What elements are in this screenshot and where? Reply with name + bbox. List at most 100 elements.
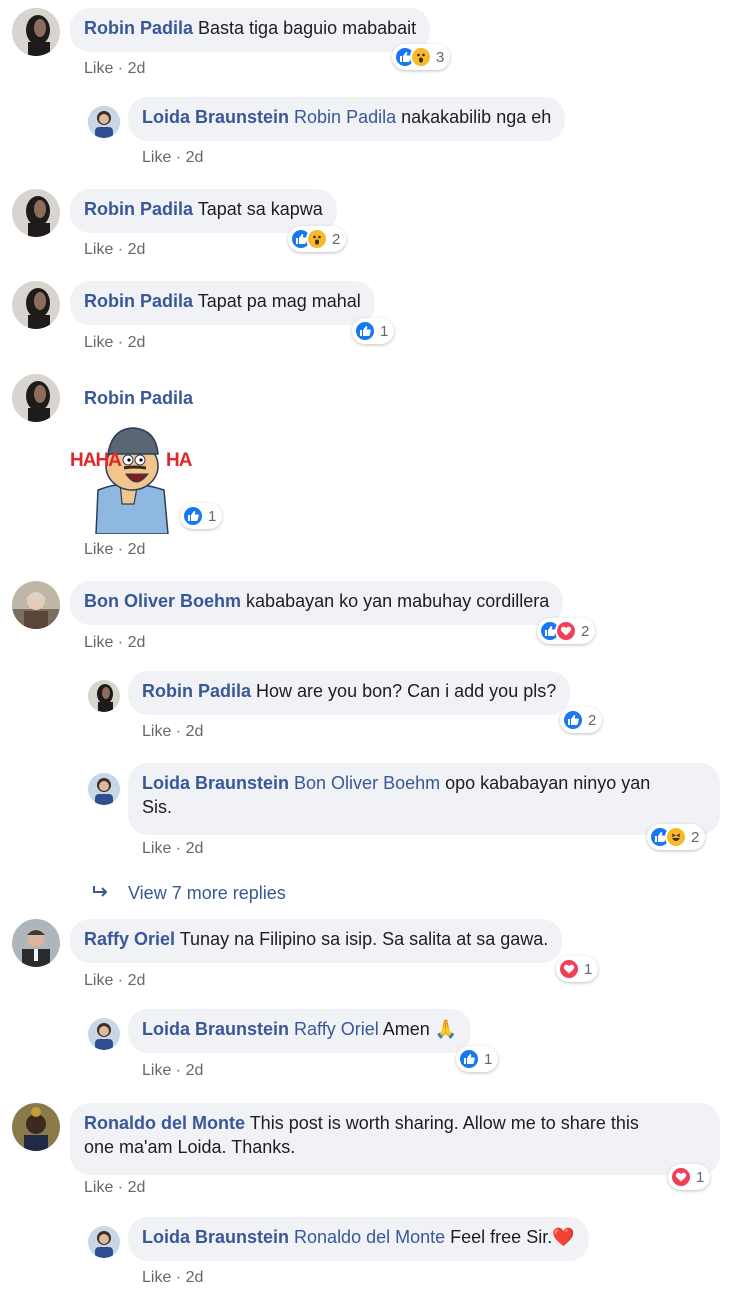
- reply-bubble: Loida Braunstein Ronaldo del Monte Feel …: [128, 1217, 589, 1261]
- comment-time[interactable]: 2d: [128, 1179, 146, 1196]
- reaction-summary[interactable]: 2: [288, 226, 347, 252]
- haha-reaction-icon: [665, 826, 687, 848]
- reaction-count: 3: [436, 48, 445, 66]
- wow-reaction-icon: [410, 46, 432, 68]
- comment-time[interactable]: 2d: [128, 241, 146, 258]
- avatar[interactable]: [12, 919, 60, 967]
- comment-meta: Like · 2d: [142, 840, 204, 857]
- comment-author[interactable]: Loida Braunstein: [142, 107, 289, 127]
- comment-text: Tunay na Filipino sa isip. Sa salita at …: [179, 929, 549, 949]
- comment-meta: Like · 2d: [84, 541, 146, 558]
- comment-time[interactable]: 2d: [186, 149, 204, 166]
- reaction-count: 2: [691, 828, 700, 846]
- like-link[interactable]: Like: [84, 541, 113, 558]
- comment-meta: Like · 2d: [84, 334, 146, 351]
- avatar[interactable]: [12, 8, 60, 56]
- comment-text: This post is worth sharing. Allow me to …: [249, 1113, 639, 1133]
- like-link[interactable]: Like: [142, 1062, 171, 1079]
- reaction-count: 2: [581, 622, 590, 640]
- avatar[interactable]: [12, 281, 60, 329]
- comment-author[interactable]: Loida Braunstein: [142, 773, 289, 793]
- reaction-summary[interactable]: 1: [456, 1046, 499, 1072]
- like-link[interactable]: Like: [142, 723, 171, 740]
- reaction-count: 1: [208, 507, 217, 525]
- reaction-summary[interactable]: 1: [556, 956, 599, 982]
- reaction-count: 1: [696, 1168, 705, 1186]
- comment-author[interactable]: Loida Braunstein: [142, 1227, 289, 1247]
- reaction-count: 1: [584, 960, 593, 978]
- avatar[interactable]: [12, 189, 60, 237]
- reaction-summary[interactable]: 1: [180, 503, 223, 529]
- comment-time[interactable]: 2d: [128, 634, 146, 651]
- comment-bubble: Robin Padila Basta tiga baguio mababait: [70, 8, 431, 52]
- comment-text: kababayan ko yan mabuhay cordillera: [246, 591, 550, 611]
- avatar[interactable]: [12, 374, 60, 422]
- comment-bubble: Robin Padila Tapat pa mag mahal: [70, 281, 375, 325]
- comment-time[interactable]: 2d: [128, 334, 146, 351]
- avatar[interactable]: [12, 581, 60, 629]
- like-link[interactable]: Like: [142, 1269, 171, 1286]
- like-reaction-icon: [458, 1048, 480, 1070]
- avatar[interactable]: [88, 1018, 120, 1050]
- comment-author[interactable]: Ronaldo del Monte: [84, 1113, 245, 1133]
- comment-text: Tapat pa mag mahal: [197, 291, 361, 311]
- comment-meta: Like · 2d: [84, 60, 146, 77]
- comment-bubble: Bon Oliver Boehm kababayan ko yan mabuha…: [70, 581, 564, 625]
- like-link[interactable]: Like: [84, 241, 113, 258]
- reaction-summary[interactable]: 1: [352, 318, 395, 344]
- view-more-replies-link[interactable]: View 7 more replies: [92, 883, 286, 904]
- mention-link[interactable]: Robin Padila: [294, 107, 396, 127]
- mention-link[interactable]: Bon Oliver Boehm: [294, 773, 440, 793]
- like-link[interactable]: Like: [84, 1179, 113, 1196]
- comment-meta: Like · 2d: [142, 1062, 204, 1079]
- like-link[interactable]: Like: [84, 634, 113, 651]
- comment-time[interactable]: 2d: [186, 1269, 204, 1286]
- comment-author[interactable]: Robin Padila: [84, 18, 193, 38]
- comment-author[interactable]: Bon Oliver Boehm: [84, 591, 241, 611]
- comment-meta: Like · 2d: [142, 723, 204, 740]
- comment-time[interactable]: 2d: [186, 1062, 204, 1079]
- like-link[interactable]: Like: [84, 334, 113, 351]
- avatar[interactable]: [12, 1103, 60, 1151]
- reaction-count: 1: [484, 1050, 493, 1068]
- comment-author[interactable]: Robin Padila: [84, 388, 193, 409]
- love-reaction-icon: [558, 958, 580, 980]
- comment-time[interactable]: 2d: [186, 723, 204, 740]
- reaction-summary[interactable]: 3: [392, 44, 451, 70]
- avatar[interactable]: [88, 1226, 120, 1258]
- avatar[interactable]: [88, 773, 120, 805]
- avatar[interactable]: [88, 106, 120, 138]
- like-link[interactable]: Like: [142, 149, 171, 166]
- comment-meta: Like · 2d: [142, 1269, 204, 1286]
- reaction-summary[interactable]: 2: [560, 707, 603, 733]
- comment-author[interactable]: Loida Braunstein: [142, 1019, 289, 1039]
- reaction-summary[interactable]: 2: [647, 824, 706, 850]
- comment-author[interactable]: Robin Padila: [142, 681, 251, 701]
- comment-time[interactable]: 2d: [128, 60, 146, 77]
- comment-author[interactable]: Robin Padila: [84, 291, 193, 311]
- comment-text: opo kababayan ninyo yan: [445, 773, 651, 793]
- comment-time[interactable]: 2d: [186, 840, 204, 857]
- comment-text: Feel free Sir.❤️: [450, 1227, 575, 1247]
- like-link[interactable]: Like: [84, 972, 113, 989]
- reaction-count: 2: [332, 230, 341, 248]
- comment-meta: Like · 2d: [84, 972, 146, 989]
- like-reaction-icon: [354, 320, 376, 342]
- like-reaction-icon: [562, 709, 584, 731]
- comment-meta: Like · 2d: [142, 149, 204, 166]
- comment-time[interactable]: 2d: [128, 972, 146, 989]
- avatar[interactable]: [88, 680, 120, 712]
- sticker-image[interactable]: HAHA HA: [68, 420, 192, 534]
- comment-time[interactable]: 2d: [128, 541, 146, 558]
- view-more-label[interactable]: View 7 more replies: [128, 883, 286, 904]
- comment-author[interactable]: Raffy Oriel: [84, 929, 175, 949]
- comment-author[interactable]: Robin Padila: [84, 199, 193, 219]
- like-link[interactable]: Like: [142, 840, 171, 857]
- like-link[interactable]: Like: [84, 60, 113, 77]
- reaction-summary[interactable]: 2: [537, 618, 596, 644]
- mention-link[interactable]: Ronaldo del Monte: [294, 1227, 445, 1247]
- mention-link[interactable]: Raffy Oriel: [294, 1019, 379, 1039]
- reply-bubble: Loida Braunstein Raffy Oriel Amen 🙏: [128, 1009, 472, 1053]
- reaction-summary[interactable]: 1: [668, 1164, 711, 1190]
- comment-text: Sis.: [142, 797, 173, 817]
